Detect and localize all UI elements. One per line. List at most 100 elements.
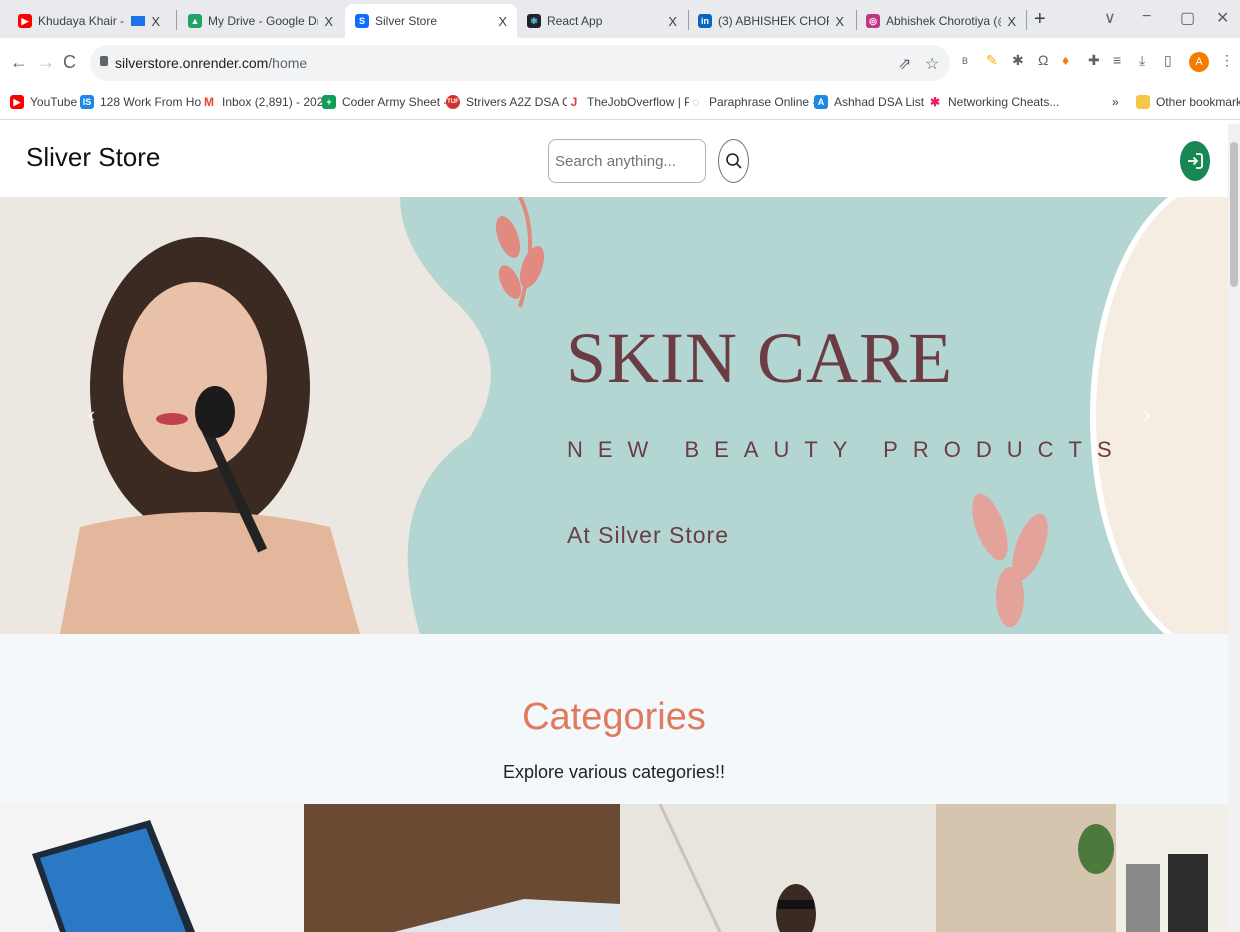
bookmarks-overflow-button[interactable]: » [1112, 95, 1119, 109]
scrollbar-thumb[interactable] [1230, 142, 1238, 287]
reload-icon[interactable]: C [63, 52, 76, 73]
lock-icon [100, 56, 108, 66]
forward-icon[interactable]: → [37, 52, 55, 73]
screen-share-icon [131, 16, 146, 26]
linkedin-icon: in [698, 14, 712, 28]
page-viewport: Sliver Store Search anything... SKIN CAR… [0, 124, 1228, 932]
category-card-stationery[interactable] [304, 804, 620, 932]
browser-chrome: ▶ Khudaya Khair - YouTu X ▲ My Drive - G… [0, 0, 1240, 124]
tab-search-icon[interactable]: ∨ [1104, 8, 1116, 28]
bookmark-work-from-home[interactable]: IS 128 Work From Ho... [80, 95, 211, 109]
bookmark-label: Inbox (2,891) - 202... [222, 95, 334, 109]
side-panel-icon[interactable]: ▯ [1164, 52, 1172, 69]
category-card-kitchen[interactable] [936, 804, 1228, 932]
tab-separator [1026, 10, 1027, 30]
close-tab-icon[interactable]: X [324, 14, 333, 29]
bookmark-star-icon[interactable]: ☆ [925, 54, 939, 74]
extension-b-icon[interactable]: B [962, 56, 968, 66]
search-button[interactable] [718, 139, 749, 183]
tab-title: My Drive - Google Drive [208, 14, 318, 28]
google-drive-icon: ▲ [188, 14, 202, 28]
react-icon: ⚛ [527, 14, 541, 28]
menu-icon[interactable]: ⋮ [1220, 52, 1234, 69]
restore-icon[interactable]: ▢ [1180, 8, 1195, 28]
search-input[interactable] [548, 139, 706, 183]
chevron-left-icon[interactable]: ‹ [88, 402, 95, 428]
close-tab-icon[interactable]: X [1007, 14, 1016, 29]
close-tab-icon[interactable]: X [668, 14, 677, 29]
extension-pen-icon[interactable]: ✎ [986, 52, 998, 69]
chevron-right-icon[interactable]: › [1143, 402, 1150, 428]
categories-subtitle: Explore various categories!! [502, 762, 726, 782]
extensions-puzzle-icon[interactable]: ✚ [1088, 52, 1100, 69]
leaf-decoration [495, 197, 545, 308]
close-window-icon[interactable]: ✕ [1216, 8, 1229, 28]
bookmark-jobOverflow[interactable]: J TheJobOverflow | P... [567, 95, 701, 109]
hero-store-line: At Silver Store [567, 522, 729, 548]
search-icon [725, 153, 742, 169]
laptop-image [32, 820, 195, 932]
extension-omega-icon[interactable]: Ω [1038, 52, 1048, 68]
extension-flame-icon[interactable]: ♦ [1062, 52, 1069, 68]
bookmark-coder-army[interactable]: + Coder Army Sheet -... [322, 95, 457, 109]
bookmark-label: TheJobOverflow | P... [587, 95, 701, 109]
close-tab-icon[interactable]: X [835, 14, 844, 29]
youtube-icon: ▶ [18, 14, 32, 28]
extension-bug-icon[interactable]: ✱ [1012, 52, 1024, 69]
page-scrollbar[interactable] [1228, 124, 1240, 932]
bookmark-label: Coder Army Sheet -... [342, 95, 458, 109]
back-icon[interactable]: ← [10, 52, 28, 73]
sheets-icon: + [322, 95, 336, 109]
other-bookmarks[interactable]: Other bookmarks [1136, 95, 1240, 109]
new-tab-button[interactable]: + [1034, 8, 1046, 31]
tab-title: (3) ABHISHEK CHOROTIYA | [718, 14, 829, 28]
tab-youtube[interactable]: ▶ Khudaya Khair - YouTu X [8, 4, 170, 38]
instagram-icon: ◎ [866, 14, 880, 28]
bookmark-label: 128 Work From Ho... [100, 95, 212, 109]
hero-photo-shapes [0, 197, 520, 634]
site-logo[interactable]: Sliver Store [26, 142, 160, 173]
tab-google-drive[interactable]: ▲ My Drive - Google Drive X [178, 4, 343, 38]
close-tab-icon[interactable]: X [151, 14, 160, 29]
download-icon[interactable]: ⤓ [1139, 52, 1145, 69]
folder-icon [1136, 95, 1150, 109]
reading-list-icon[interactable]: ≡ [1113, 52, 1121, 68]
kitchen-image [936, 804, 1228, 932]
url-path: /home [268, 55, 308, 71]
category-card-fashion[interactable] [620, 804, 936, 932]
networking-icon: ✱ [928, 95, 942, 109]
tab-title: Abhishek Chorotiya (@abhi [886, 14, 1001, 28]
address-bar[interactable]: silverstore.onrender.com/home ⇗ ☆ [90, 45, 950, 81]
tab-linkedin[interactable]: in (3) ABHISHEK CHOROTIYA | X [688, 4, 854, 38]
login-button[interactable] [1180, 141, 1210, 181]
tab-silver-store[interactable]: S Silver Store X [345, 4, 517, 38]
bookmark-ashhad-dsa[interactable]: A Ashhad DSA List [814, 95, 924, 109]
tab-title: Silver Store [375, 14, 438, 28]
bookmark-networking[interactable]: ✱ Networking Cheats... [928, 95, 1059, 109]
bookmark-strivers[interactable]: TUF Strivers A2Z DSA C... [446, 95, 581, 109]
minimize-icon[interactable]: − [1142, 8, 1151, 26]
cream-swatch [1090, 197, 1228, 634]
paraphrase-icon: ◌ [689, 95, 703, 109]
category-card-electronics[interactable] [0, 804, 304, 932]
bookmark-paraphrase[interactable]: ◌ Paraphrase Online -... [689, 95, 826, 109]
profile-avatar[interactable]: A [1189, 52, 1209, 72]
ashhad-icon: A [814, 95, 828, 109]
tuf-icon: TUF [446, 95, 460, 109]
tab-bar: ▶ Khudaya Khair - YouTu X ▲ My Drive - G… [0, 0, 1240, 38]
hero-title: SKIN CARE [566, 318, 954, 398]
bookmark-inbox[interactable]: M Inbox (2,891) - 202... [202, 95, 333, 109]
tab-title: React App [547, 14, 603, 28]
address-toolbar: ← → C silverstore.onrender.com/home ⇗ ☆ … [0, 38, 1240, 88]
hero-carousel: SKIN CARE NEW BEAUTY PRODUCTS At Silver … [0, 197, 1228, 634]
login-icon [1188, 153, 1203, 169]
bookmark-label: Paraphrase Online -... [709, 95, 827, 109]
bookmark-label: Other bookmarks [1156, 95, 1240, 109]
tab-react-app[interactable]: ⚛ React App X [517, 4, 687, 38]
hero-model-photo [0, 197, 520, 634]
close-tab-icon[interactable]: X [498, 14, 507, 29]
bookmark-youtube[interactable]: ▶ YouTube [10, 95, 77, 109]
url-text: silverstore.onrender.com/home [115, 55, 307, 71]
share-icon[interactable]: ⇗ [898, 54, 911, 74]
tab-instagram[interactable]: ◎ Abhishek Chorotiya (@abhi X [856, 4, 1026, 38]
